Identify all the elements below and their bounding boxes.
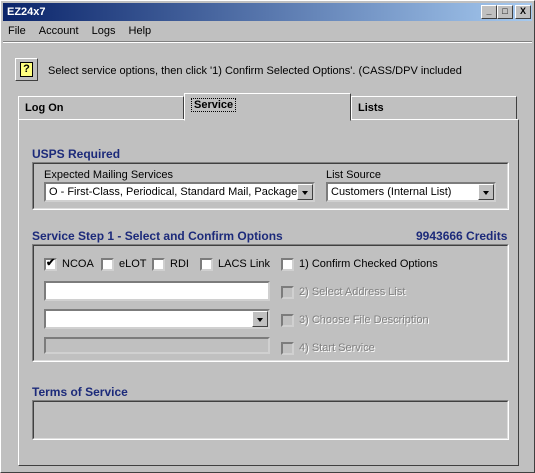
terms-of-service-title: Terms of Service	[32, 385, 128, 399]
start-service-field	[44, 337, 270, 354]
start-service-checkbox	[281, 342, 294, 355]
ncoa-label: NCOA	[62, 258, 94, 270]
list-source-select[interactable]: Customers (Internal List)	[326, 182, 496, 202]
lacs-link-checkbox[interactable]	[200, 258, 213, 271]
mail-services-value: O - First-Class, Periodical, Standard Ma…	[49, 186, 303, 198]
tab-log-on-label: Log On	[25, 102, 64, 114]
tab-lists-label: Lists	[358, 102, 384, 114]
select-address-checkbox	[281, 286, 294, 299]
chevron-down-icon[interactable]	[297, 184, 313, 200]
close-button[interactable]: X	[515, 5, 531, 19]
list-source-label: List Source	[326, 169, 382, 181]
mail-services-select[interactable]: O - First-Class, Periodical, Standard Ma…	[44, 182, 315, 202]
help-button[interactable]: ?	[15, 58, 38, 81]
chevron-down-icon[interactable]	[252, 311, 268, 327]
menu-separator	[3, 41, 532, 43]
menu-account[interactable]: Account	[34, 22, 84, 40]
rdi-label: RDI	[170, 258, 189, 270]
help-question-icon: ?	[20, 62, 33, 77]
credits-count: 9943666 Credits	[416, 229, 508, 243]
title-bar[interactable]: EZ24x7 _ □ X	[3, 3, 532, 21]
select-address-label: 2) Select Address List	[299, 286, 406, 298]
ncoa-checkbox[interactable]: ✔	[44, 257, 57, 271]
address-list-input[interactable]	[44, 281, 270, 301]
list-source-value: Customers (Internal List)	[331, 186, 452, 198]
minimize-button[interactable]: _	[481, 5, 497, 19]
tab-service-label: Service	[191, 98, 237, 112]
file-description-label: 3) Choose File Description	[299, 314, 429, 326]
rdi-checkbox[interactable]	[152, 258, 165, 271]
menu-help[interactable]: Help	[124, 22, 157, 40]
chevron-down-icon[interactable]	[478, 184, 494, 200]
usps-required-title: USPS Required	[32, 147, 121, 161]
file-description-checkbox	[281, 314, 294, 327]
tab-lists[interactable]: Lists	[351, 96, 517, 120]
menu-bar: File Account Logs Help	[3, 22, 532, 41]
lacs-link-label: LACS Link	[218, 258, 270, 270]
tab-log-on[interactable]: Log On	[18, 96, 184, 120]
elot-checkbox[interactable]	[101, 258, 114, 271]
maximize-button[interactable]: □	[497, 5, 513, 19]
menu-file[interactable]: File	[3, 22, 31, 40]
instruction-text: Select service options, then click '1) C…	[48, 65, 462, 77]
file-description-select[interactable]	[44, 309, 270, 329]
checkmark-icon: ✔	[46, 257, 56, 269]
terms-groupbox	[32, 400, 509, 440]
mail-services-label: Expected Mailing Services	[44, 169, 174, 181]
service-step1-title: Service Step 1 - Select and Confirm Opti…	[32, 229, 283, 243]
tab-service[interactable]: Service	[184, 93, 351, 121]
menu-logs[interactable]: Logs	[87, 22, 121, 40]
confirm-options-label: 1) Confirm Checked Options	[299, 258, 438, 270]
elot-label: eLOT	[119, 258, 147, 270]
window-title: EZ24x7	[7, 6, 46, 18]
confirm-options-checkbox[interactable]	[281, 258, 294, 271]
app-window: EZ24x7 _ □ X File Account Logs Help ? Se…	[0, 0, 535, 473]
service-panel: USPS Required Expected Mailing Services …	[18, 119, 519, 466]
start-service-label: 4) Start Service	[299, 342, 375, 354]
